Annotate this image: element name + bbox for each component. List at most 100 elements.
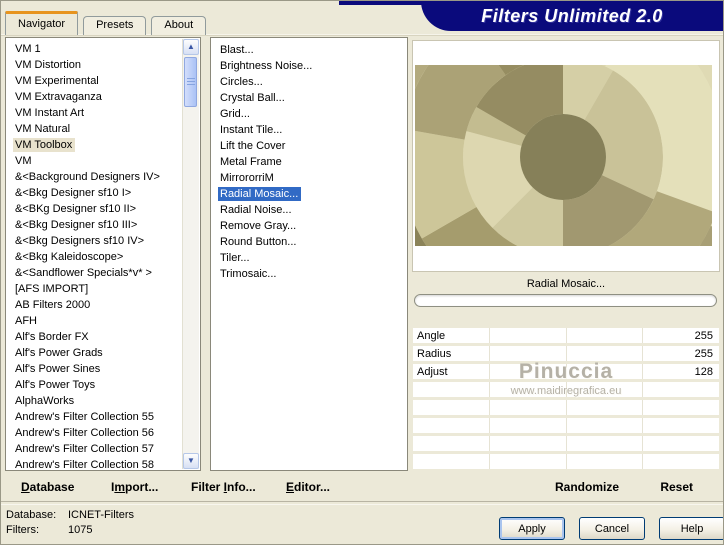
list-item[interactable]: Andrew's Filter Collection 57 — [6, 441, 182, 457]
tab-label: Presets — [96, 19, 134, 31]
list-item[interactable]: Metal Frame — [211, 154, 407, 170]
category-list-scrollbar[interactable]: ▲ ▼ — [182, 39, 199, 469]
list-item[interactable]: Grid... — [211, 106, 407, 122]
list-item-label: Andrew's Filter Collection 58 — [15, 459, 155, 471]
status-bar: Database: ICNET-Filters Filters: 1075 — [6, 508, 134, 538]
menu-import[interactable]: Import... — [111, 480, 158, 494]
category-list[interactable]: ▲ ▼ VM 1 VM Distortion VM Experimental VM E… — [5, 37, 201, 471]
filter-list[interactable]: Blast... Brightness Noise... Circles... Cry… — [210, 37, 408, 471]
tab-label: About — [164, 19, 194, 31]
menu-label: atabase — [29, 480, 75, 494]
list-item[interactable]: VM Experimental — [6, 73, 182, 89]
button-label: Help — [680, 522, 704, 535]
param-slider-empty[interactable] — [413, 436, 719, 451]
menu-mnemonic: m — [114, 480, 126, 494]
list-item[interactable]: Blast... — [211, 42, 407, 58]
progress-bar — [414, 294, 717, 307]
tab-presets[interactable]: Presets — [83, 16, 147, 35]
param-slider-empty[interactable] — [413, 454, 719, 469]
list-item[interactable]: Alf's Power Grads — [6, 345, 182, 361]
menu-mnemonic: E — [286, 480, 295, 494]
list-item[interactable]: AFH — [6, 313, 182, 329]
list-item[interactable]: Crystal Ball... — [211, 90, 407, 106]
list-item-label: Alf's Border FX — [15, 331, 89, 343]
list-item[interactable]: Alf's Power Sines — [6, 361, 182, 377]
list-item[interactable]: VM 1 — [6, 41, 182, 57]
scroll-up-icon[interactable]: ▲ — [183, 39, 199, 55]
list-item-label: &<Bkg Designer sf10 I> — [15, 187, 132, 199]
list-item-label: Grid... — [220, 108, 250, 120]
list-item[interactable]: VM — [6, 153, 182, 169]
tab-navigator[interactable]: Navigator — [5, 11, 79, 35]
list-item[interactable]: VM Extravaganza — [6, 89, 182, 105]
list-item-label: Circles... — [220, 76, 263, 88]
list-item[interactable]: Alf's Power Toys — [6, 377, 182, 393]
list-item[interactable]: Radial Mosaic... — [211, 186, 407, 202]
list-item[interactable]: Brightness Noise... — [211, 58, 407, 74]
list-item[interactable]: &<Background Designers IV> — [6, 169, 182, 185]
list-item[interactable]: &<Bkg Designer sf10 I> — [6, 185, 182, 201]
list-item-label: VM — [15, 155, 32, 167]
param-slider-angle[interactable]: Angle 255 — [413, 328, 719, 343]
param-slider-empty[interactable] — [413, 400, 719, 415]
list-item[interactable]: Tiler... — [211, 250, 407, 266]
param-slider-empty[interactable] — [413, 382, 719, 397]
list-item-label: AB Filters 2000 — [15, 299, 91, 311]
list-item[interactable]: [AFS IMPORT] — [6, 281, 182, 297]
list-item[interactable]: Andrew's Filter Collection 55 — [6, 409, 182, 425]
list-item[interactable]: Circles... — [211, 74, 407, 90]
scrollbar-thumb[interactable] — [184, 57, 197, 107]
cancel-button[interactable]: Cancel — [579, 517, 645, 540]
list-item[interactable]: Andrew's Filter Collection 56 — [6, 425, 182, 441]
list-item-label: [AFS IMPORT] — [15, 283, 89, 295]
list-item[interactable]: AB Filters 2000 — [6, 297, 182, 313]
list-item[interactable]: Radial Noise... — [211, 202, 407, 218]
menu-database[interactable]: Database — [21, 480, 74, 494]
list-item-label: &<Bkg Designers sf10 IV> — [15, 235, 145, 247]
list-item[interactable]: Andrew's Filter Collection 58 — [6, 457, 182, 471]
list-item[interactable]: &<BKg Designer sf10 II> — [6, 201, 182, 217]
tab-label: Navigator — [18, 18, 66, 30]
param-value: 255 — [694, 347, 713, 360]
tab-about[interactable]: About — [151, 16, 207, 35]
list-item[interactable]: VM Natural — [6, 121, 182, 137]
list-item[interactable]: AlphaWorks — [6, 393, 182, 409]
menu-editor[interactable]: Editor... — [286, 480, 330, 494]
randomize-button[interactable]: Randomize — [555, 480, 619, 494]
list-item[interactable]: &<Bkg Kaleidoscope> — [6, 249, 182, 265]
banner: Filters Unlimited 2.0 — [421, 1, 723, 31]
menu-filter-info[interactable]: Filter Info... — [191, 480, 256, 494]
scroll-down-icon[interactable]: ▼ — [183, 453, 199, 469]
list-item-label: Brightness Noise... — [220, 60, 313, 72]
list-item[interactable]: VM Instant Art — [6, 105, 182, 121]
list-item-label: VM Toolbox — [13, 138, 76, 152]
list-item[interactable]: MirrororriM — [211, 170, 407, 186]
list-item-label: &<Bkg Kaleidoscope> — [15, 251, 124, 263]
list-item-label: &<Bkg Designer sf10 III> — [15, 219, 138, 231]
list-item[interactable]: &<Sandflower Specials*v* > — [6, 265, 182, 281]
list-item[interactable]: Alf's Border FX — [6, 329, 182, 345]
menu-mnemonic: D — [21, 480, 30, 494]
list-item-label: AFH — [15, 315, 37, 327]
param-slider-radius[interactable]: Radius 255 — [413, 346, 719, 361]
apply-button[interactable]: Apply — [499, 517, 565, 540]
reset-button[interactable]: Reset — [660, 480, 693, 494]
help-button[interactable]: Help — [659, 517, 723, 540]
list-item[interactable]: &<Bkg Designers sf10 IV> — [6, 233, 182, 249]
list-item[interactable]: Remove Gray... — [211, 218, 407, 234]
scrollbar-grip-icon — [186, 78, 195, 86]
list-item[interactable]: VM Toolbox — [6, 137, 182, 153]
list-item[interactable]: Instant Tile... — [211, 122, 407, 138]
param-slider-adjust[interactable]: Adjust 128 — [413, 364, 719, 379]
list-item[interactable]: VM Distortion — [6, 57, 182, 73]
list-item[interactable]: Lift the Cover — [211, 138, 407, 154]
param-label: Radius — [417, 347, 452, 360]
list-item-label: VM Natural — [15, 123, 71, 135]
list-item[interactable]: Round Button... — [211, 234, 407, 250]
param-slider-empty[interactable] — [413, 418, 719, 433]
list-item[interactable]: &<Bkg Designer sf10 III> — [6, 217, 182, 233]
list-item[interactable]: Trimosaic... — [211, 266, 407, 282]
list-item-label: Radial Mosaic... — [218, 187, 302, 201]
list-item-label: Tiler... — [220, 252, 250, 264]
list-item-label: Round Button... — [220, 236, 297, 248]
